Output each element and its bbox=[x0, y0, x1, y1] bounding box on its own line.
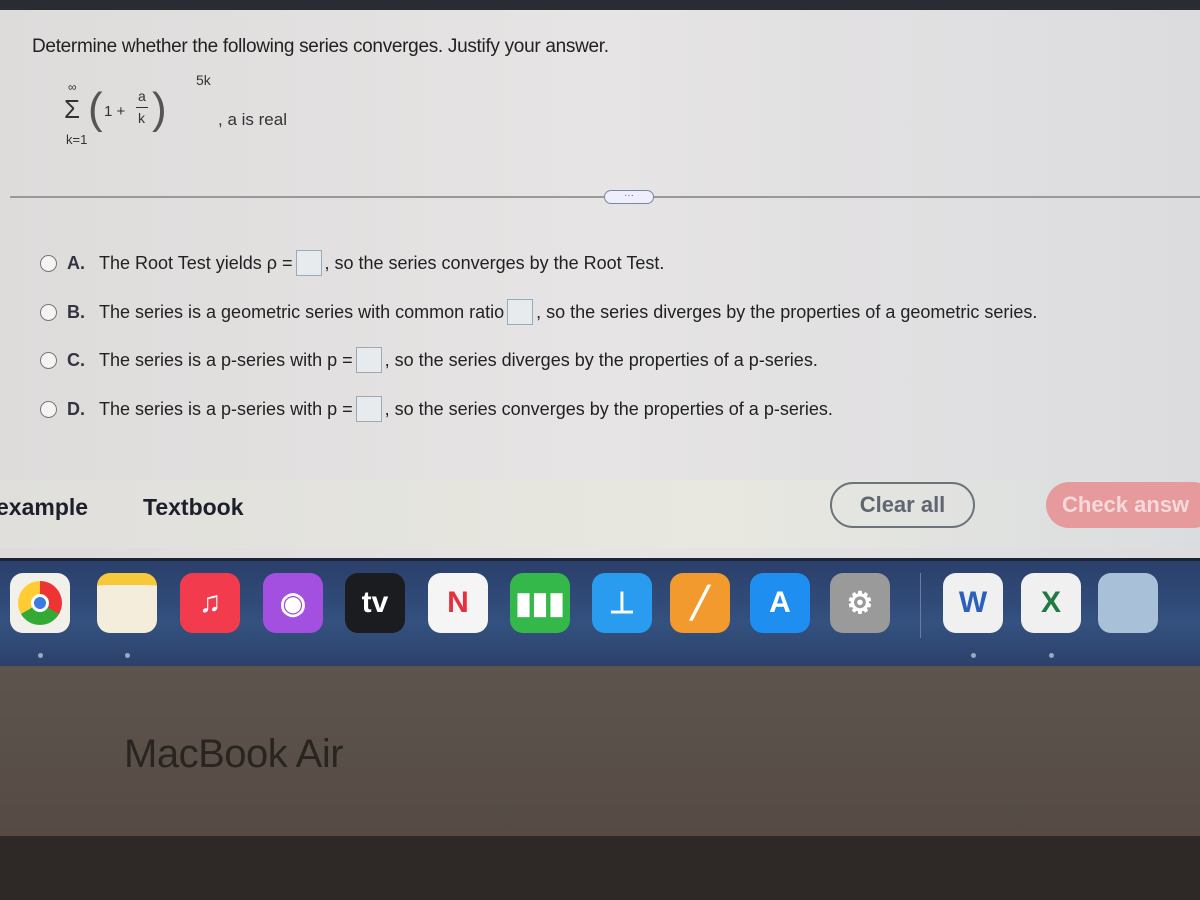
footer-bar: example Textbook Clear all Check answ bbox=[0, 480, 1200, 548]
keynote-icon[interactable]: ⊥ bbox=[592, 573, 652, 633]
option-text: The series is a p-series with p = bbox=[99, 349, 353, 370]
running-indicator bbox=[125, 653, 130, 658]
example-link[interactable]: example bbox=[0, 494, 88, 521]
question-panel: Determine whether the following series c… bbox=[0, 10, 1200, 558]
option-text: , so the series diverges by the properti… bbox=[384, 349, 818, 370]
numbers-icon[interactable]: ▮▮▮ bbox=[510, 573, 570, 633]
exponent: 5k bbox=[196, 72, 211, 88]
podcasts-icon[interactable]: ◉ bbox=[263, 573, 323, 633]
option-letter: B. bbox=[67, 301, 85, 322]
notes-icon[interactable] bbox=[97, 573, 157, 633]
radio-c[interactable] bbox=[40, 351, 57, 369]
dock: ♫ ◉ tv N ▮▮▮ ⊥ ╱ A ⚙ W X bbox=[0, 558, 1200, 666]
option-text: The series is a geometric series with co… bbox=[99, 301, 505, 322]
option-a[interactable]: A. The Root Test yields ρ = , so the serie… bbox=[40, 250, 664, 276]
option-letter: C. bbox=[67, 349, 85, 370]
clear-all-button[interactable]: Clear all bbox=[830, 482, 975, 528]
pages-icon[interactable]: ╱ bbox=[670, 573, 730, 633]
answer-box-a[interactable] bbox=[295, 250, 322, 276]
option-letter: D. bbox=[67, 398, 85, 419]
answer-box-c[interactable] bbox=[355, 347, 382, 373]
more-button[interactable]: ··· bbox=[604, 190, 654, 204]
running-indicator bbox=[1049, 653, 1054, 658]
question-prompt: Determine whether the following series c… bbox=[32, 36, 609, 57]
sum-lower-limit: k=1 bbox=[66, 132, 88, 147]
news-icon[interactable]: N bbox=[428, 573, 488, 633]
check-answer-button[interactable]: Check answ bbox=[1046, 482, 1200, 528]
left-paren: ( bbox=[88, 84, 103, 133]
system-preferences-icon[interactable]: ⚙ bbox=[830, 573, 890, 633]
answer-box-b[interactable] bbox=[507, 299, 534, 325]
radio-a[interactable] bbox=[40, 254, 57, 272]
preview-icon[interactable] bbox=[1098, 573, 1158, 633]
dock-separator bbox=[920, 573, 921, 638]
running-indicator bbox=[971, 653, 976, 658]
option-text: The Root Test yields ρ = bbox=[99, 252, 293, 273]
word-icon[interactable]: W bbox=[943, 573, 1003, 633]
answer-box-d[interactable] bbox=[355, 396, 382, 422]
option-b[interactable]: B. The series is a geometric series with … bbox=[40, 299, 1037, 325]
fraction-numerator: a bbox=[138, 88, 146, 104]
option-text: , so the series converges by the Root Te… bbox=[324, 252, 665, 273]
right-paren: ) bbox=[152, 84, 167, 133]
app-store-icon[interactable]: A bbox=[750, 573, 810, 633]
fraction-bar bbox=[136, 107, 148, 108]
textbook-link[interactable]: Textbook bbox=[143, 494, 244, 521]
condition: , a is real bbox=[218, 110, 287, 129]
option-c[interactable]: C. The series is a p-series with p = , so … bbox=[40, 347, 818, 373]
option-d[interactable]: D. The series is a p-series with p = , so … bbox=[40, 396, 833, 422]
chrome-icon[interactable] bbox=[10, 573, 70, 633]
option-text: The series is a p-series with p = bbox=[99, 398, 353, 419]
fraction-denominator: k bbox=[138, 110, 145, 126]
apple-tv-icon[interactable]: tv bbox=[345, 573, 405, 633]
music-icon[interactable]: ♫ bbox=[180, 573, 240, 633]
sum-upper-limit: ∞ bbox=[68, 80, 77, 94]
running-indicator bbox=[38, 653, 43, 658]
series-formula: ∞ Σ k=1 ( 1 + a k ) 5k , a is real bbox=[60, 72, 320, 162]
excel-icon[interactable]: X bbox=[1021, 573, 1081, 633]
option-text: , so the series diverges by the properti… bbox=[536, 301, 1038, 322]
device-label: MacBook Air bbox=[124, 732, 344, 776]
formula-base: 1 + bbox=[104, 103, 126, 120]
sigma-symbol: Σ bbox=[64, 94, 81, 124]
laptop-base bbox=[0, 836, 1200, 900]
option-letter: A. bbox=[67, 252, 85, 273]
laptop-bezel: MacBook Air bbox=[0, 666, 1200, 836]
option-text: , so the series converges by the propert… bbox=[384, 398, 833, 419]
radio-b[interactable] bbox=[40, 303, 57, 321]
radio-d[interactable] bbox=[40, 400, 57, 418]
